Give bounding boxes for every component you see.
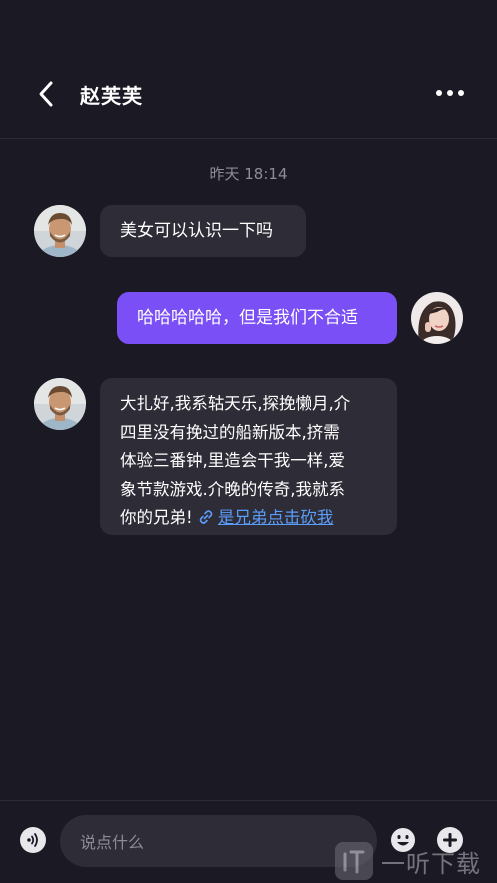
- message-line: 你的兄弟! 是兄弟点击砍我: [120, 504, 397, 533]
- message-timestamp: 昨天 18:14: [209, 165, 288, 183]
- watermark-logo-icon: [335, 842, 373, 880]
- back-button[interactable]: [30, 78, 62, 110]
- chat-header: 赵芙芙: [0, 0, 497, 139]
- contact-avatar[interactable]: [34, 205, 86, 257]
- message-text: 哈哈哈哈哈，但是我们不合适: [137, 308, 358, 328]
- message-text: 你的兄弟!: [120, 508, 193, 527]
- woman-avatar-icon: [411, 292, 463, 344]
- message-bubble-incoming[interactable]: 美女可以认识一下吗: [100, 205, 306, 257]
- chevron-left-icon: [39, 81, 53, 107]
- man-avatar-icon: [34, 205, 86, 257]
- contact-avatar[interactable]: [34, 378, 86, 430]
- voice-input-button[interactable]: [20, 827, 46, 853]
- message-line: 四里没有挽过的船新版本,挤需: [120, 422, 340, 442]
- message-bubble-incoming[interactable]: 大扎好,我系轱天乐,探挽懒月,介 四里没有挽过的船新版本,挤需 体验三番钟,里造…: [100, 378, 397, 535]
- chat-screen: 赵芙芙 昨天 18:14 美女可以认识一下吗 哈哈哈哈哈，但是我们不合适 大扎好…: [0, 0, 497, 883]
- link-icon: [199, 510, 213, 524]
- voice-icon: [27, 833, 38, 847]
- message-bubble-outgoing[interactable]: 哈哈哈哈哈，但是我们不合适: [117, 292, 397, 344]
- message-input-placeholder: 说点什么: [80, 833, 145, 852]
- contact-name: 赵芙芙: [80, 84, 143, 108]
- message-line: 象节款游戏.介晚的传奇,我就系: [120, 479, 345, 499]
- more-options-button[interactable]: [428, 80, 472, 106]
- more-dots-icon: [436, 90, 464, 96]
- message-text: 美女可以认识一下吗: [120, 221, 273, 241]
- watermark: 一听下载: [335, 842, 481, 880]
- message-input[interactable]: 说点什么: [60, 815, 377, 867]
- message-line: 体验三番钟,里造会干我一样,爱: [120, 451, 345, 470]
- watermark-text: 一听下载: [381, 849, 481, 878]
- my-avatar[interactable]: [411, 292, 463, 344]
- man-avatar-icon: [34, 378, 86, 430]
- message-line: 大扎好,我系轱天乐,探挽懒月,介: [120, 394, 351, 413]
- message-link[interactable]: 是兄弟点击砍我: [218, 508, 334, 527]
